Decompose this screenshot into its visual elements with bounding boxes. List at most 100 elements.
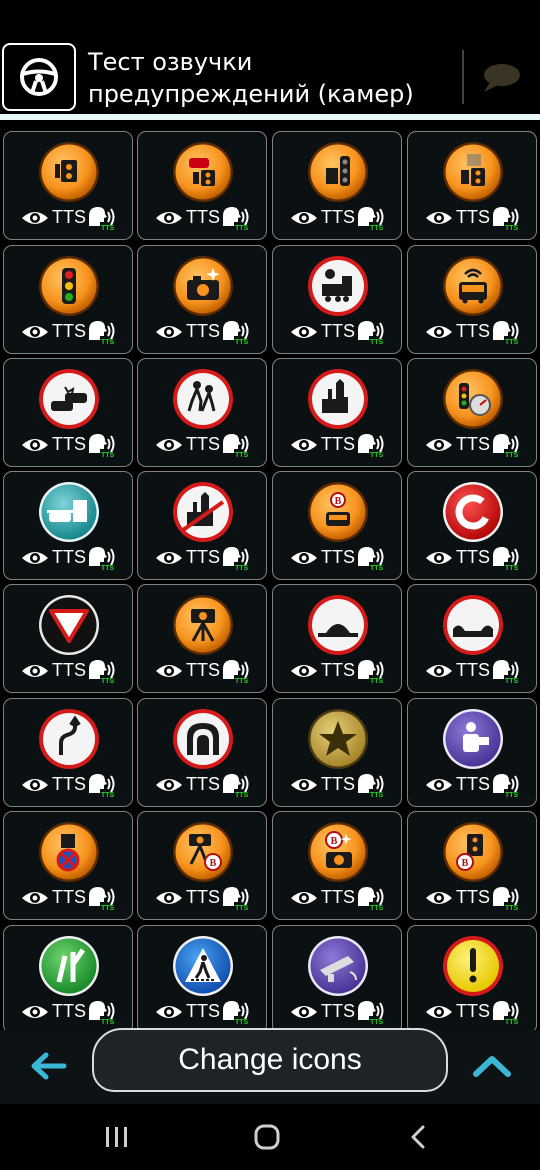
tts-label[interactable]: TTS (52, 659, 86, 681)
eye-icon[interactable] (21, 889, 49, 907)
eye-icon[interactable] (155, 1003, 183, 1021)
eye-icon[interactable] (425, 776, 453, 794)
eye-icon[interactable] (425, 549, 453, 567)
tts-label[interactable]: TTS (321, 886, 355, 908)
speech-bubble-button[interactable] (478, 60, 524, 96)
eye-icon[interactable] (21, 1003, 49, 1021)
warning-icon-cell[interactable]: TTS TTS (137, 131, 267, 240)
steering-wheel-button[interactable] (2, 43, 76, 111)
warning-icon-cell[interactable]: TTS TTS (407, 358, 537, 467)
tts-label[interactable]: TTS (456, 886, 490, 908)
eye-icon[interactable] (290, 549, 318, 567)
eye-icon[interactable] (155, 549, 183, 567)
warning-icon-cell[interactable]: B TTS TTS (137, 811, 267, 920)
tts-label[interactable]: TTS (186, 1000, 220, 1022)
warning-icon-cell[interactable]: TTS TTS (137, 698, 267, 807)
tts-label[interactable]: TTS (456, 433, 490, 455)
tts-label[interactable]: TTS (456, 659, 490, 681)
home-button[interactable] (252, 1122, 282, 1152)
change-icons-button[interactable]: Change icons (92, 1028, 448, 1092)
recent-apps-button[interactable] (102, 1122, 132, 1152)
warning-icon-cell[interactable]: TTS TTS (272, 131, 402, 240)
eye-icon[interactable] (155, 436, 183, 454)
tts-label[interactable]: TTS (186, 659, 220, 681)
eye-icon[interactable] (290, 662, 318, 680)
eye-icon[interactable] (21, 549, 49, 567)
tts-label[interactable]: TTS (456, 546, 490, 568)
tts-label[interactable]: TTS (321, 659, 355, 681)
tts-label[interactable]: TTS (456, 1000, 490, 1022)
eye-icon[interactable] (425, 436, 453, 454)
tts-label[interactable]: TTS (456, 320, 490, 342)
tts-label[interactable]: TTS (52, 433, 86, 455)
warning-icon-cell[interactable]: TTS TTS (137, 471, 267, 580)
eye-icon[interactable] (290, 209, 318, 227)
system-back-button[interactable] (404, 1122, 434, 1152)
eye-icon[interactable] (155, 323, 183, 341)
tts-label[interactable]: TTS (186, 546, 220, 568)
tts-label[interactable]: TTS (321, 1000, 355, 1022)
warning-icon-cell[interactable]: TTS TTS (3, 245, 133, 354)
eye-icon[interactable] (425, 323, 453, 341)
warning-icon-cell[interactable]: TTS TTS (3, 811, 133, 920)
eye-icon[interactable] (21, 323, 49, 341)
tts-label[interactable]: TTS (186, 773, 220, 795)
tts-label[interactable]: TTS (52, 320, 86, 342)
warning-icon-cell[interactable]: TTS TTS (3, 584, 133, 693)
eye-icon[interactable] (290, 889, 318, 907)
tts-label[interactable]: TTS (321, 773, 355, 795)
warning-icon-cell[interactable]: TTS TTS (137, 584, 267, 693)
tts-label[interactable]: TTS (52, 886, 86, 908)
warning-icon-cell[interactable]: TTS TTS (272, 925, 402, 1032)
warning-icon-cell[interactable]: TTS TTS (407, 925, 537, 1032)
tts-label[interactable]: TTS (321, 320, 355, 342)
warning-icon-cell[interactable]: B TTS TTS (272, 811, 402, 920)
eye-icon[interactable] (155, 209, 183, 227)
tts-label[interactable]: TTS (186, 320, 220, 342)
eye-icon[interactable] (21, 209, 49, 227)
eye-icon[interactable] (21, 436, 49, 454)
eye-icon[interactable] (290, 776, 318, 794)
tts-label[interactable]: TTS (321, 433, 355, 455)
tts-label[interactable]: TTS (186, 206, 220, 228)
warning-icon-cell[interactable]: TTS TTS (3, 925, 133, 1032)
warning-icon-cell[interactable]: TTS TTS (137, 245, 267, 354)
eye-icon[interactable] (21, 776, 49, 794)
tts-label[interactable]: TTS (456, 206, 490, 228)
eye-icon[interactable] (290, 1003, 318, 1021)
warning-icon-cell[interactable]: TTS TTS (272, 358, 402, 467)
tts-label[interactable]: TTS (186, 433, 220, 455)
tts-label[interactable]: TTS (52, 773, 86, 795)
warning-icon-cell[interactable]: TTS TTS (137, 925, 267, 1032)
back-arrow-button[interactable] (26, 1048, 70, 1084)
tts-label[interactable]: TTS (456, 773, 490, 795)
tts-label[interactable]: TTS (52, 546, 86, 568)
warning-icon-cell[interactable]: TTS TTS (272, 245, 402, 354)
tts-label[interactable]: TTS (52, 206, 86, 228)
warning-icon-cell[interactable]: TTS TTS (3, 471, 133, 580)
eye-icon[interactable] (425, 209, 453, 227)
warning-icon-cell[interactable]: B TTS TTS (272, 471, 402, 580)
tts-label[interactable]: TTS (321, 546, 355, 568)
eye-icon[interactable] (155, 776, 183, 794)
warning-icon-cell[interactable]: TTS TTS (407, 471, 537, 580)
eye-icon[interactable] (425, 889, 453, 907)
warning-icon-cell[interactable]: B TTS TTS (407, 811, 537, 920)
warning-icon-cell[interactable]: TTS TTS (137, 358, 267, 467)
warning-icon-cell[interactable]: TTS TTS (272, 584, 402, 693)
eye-icon[interactable] (290, 323, 318, 341)
scroll-up-button[interactable] (470, 1048, 514, 1084)
warning-icon-cell[interactable]: TTS TTS (3, 358, 133, 467)
eye-icon[interactable] (155, 889, 183, 907)
eye-icon[interactable] (21, 662, 49, 680)
warning-icon-cell[interactable]: TTS TTS (407, 245, 537, 354)
tts-label[interactable]: TTS (186, 886, 220, 908)
tts-label[interactable]: TTS (321, 206, 355, 228)
warning-icon-cell[interactable]: TTS TTS (407, 584, 537, 693)
tts-label[interactable]: TTS (52, 1000, 86, 1022)
warning-icon-cell[interactable]: TTS TTS (3, 698, 133, 807)
eye-icon[interactable] (155, 662, 183, 680)
eye-icon[interactable] (425, 1003, 453, 1021)
warning-icon-cell[interactable]: TTS TTS (272, 698, 402, 807)
warning-icon-cell[interactable]: TTS TTS (3, 131, 133, 240)
